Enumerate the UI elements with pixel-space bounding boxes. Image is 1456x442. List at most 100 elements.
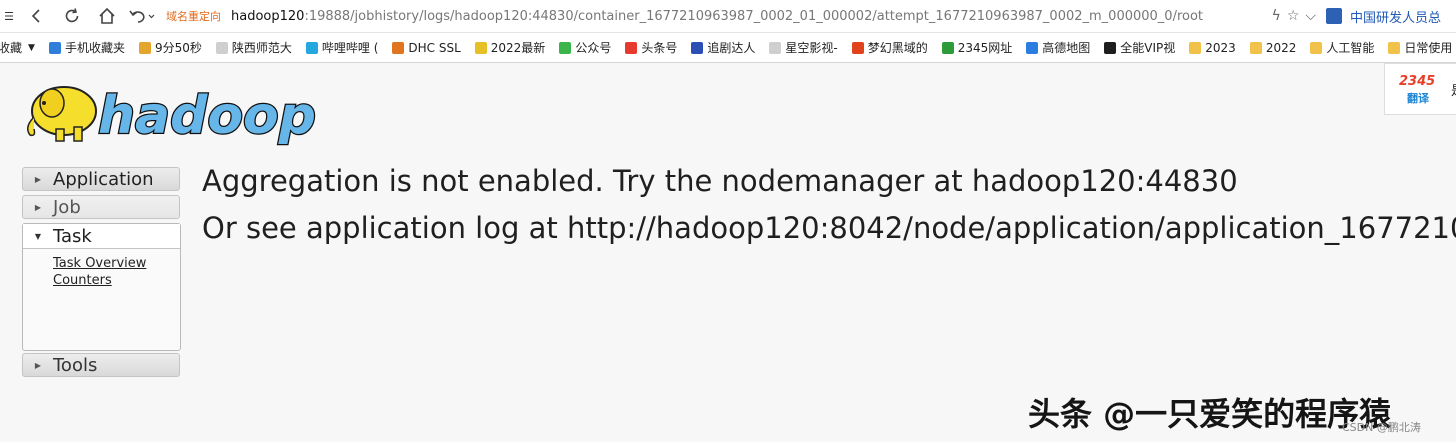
bookmark-label: 2022 bbox=[1265, 40, 1297, 55]
bookmark-item[interactable]: 2023 bbox=[1189, 41, 1236, 55]
translate-brand: 2345 bbox=[1399, 74, 1436, 89]
bookmark-label: 哔哩哔哩 ( bbox=[321, 41, 379, 55]
undo-icon bbox=[129, 10, 155, 23]
refresh-icon bbox=[65, 8, 79, 23]
elephant-icon bbox=[27, 86, 97, 142]
nav-task-label: Task bbox=[53, 225, 92, 247]
bookmark-item[interactable]: 2022最新 bbox=[474, 39, 546, 56]
sidebar-toggle-icon[interactable]: ☰ bbox=[0, 2, 18, 30]
nav-task[interactable]: ▼ Task bbox=[23, 224, 180, 249]
bookmark-item[interactable]: 日常使用 bbox=[1388, 39, 1452, 56]
bookmark-item[interactable]: DHC SSL bbox=[392, 40, 461, 55]
bookmark-icon bbox=[851, 41, 864, 54]
bookmark-item[interactable]: 人工智能 bbox=[1310, 39, 1374, 56]
bookmark-label: 9分50秒 bbox=[154, 41, 202, 55]
bookmark-icon bbox=[769, 41, 782, 54]
bookmark-label: 高德地图 bbox=[1042, 41, 1091, 55]
back-button[interactable] bbox=[18, 2, 54, 30]
right-link-label: 中国研发人员总 bbox=[1350, 10, 1442, 26]
bookmark-item[interactable]: 手机收藏夹 bbox=[48, 39, 125, 56]
logo-text: hadoop bbox=[98, 86, 316, 146]
bookmark-item[interactable]: 高德地图 bbox=[1026, 39, 1090, 56]
browser-toolbar: ☰ 域名重定向 hadoop120 :19888/jobhistory/logs… bbox=[0, 0, 1456, 33]
triangle-down-icon: ▼ bbox=[34, 231, 42, 241]
home-icon bbox=[99, 7, 115, 24]
bookmark-item[interactable]: 2345网址 bbox=[941, 39, 1013, 56]
bookmark-item[interactable]: 公众号 bbox=[559, 39, 611, 56]
refresh-button[interactable] bbox=[54, 2, 90, 30]
bookmark-icon bbox=[691, 41, 704, 54]
bookmark-icon bbox=[1026, 41, 1039, 54]
nav-tools[interactable]: ▶ Tools bbox=[22, 353, 180, 377]
bookmark-icon bbox=[559, 41, 572, 54]
translate-widget[interactable]: 2345 翻译 是 bbox=[1384, 63, 1456, 115]
nav-tools-label: Tools bbox=[53, 354, 98, 376]
bookmark-label: DHC SSL bbox=[408, 40, 461, 55]
paw-icon bbox=[1326, 8, 1342, 24]
bookmark-item[interactable]: 梦幻黑域的 bbox=[851, 39, 928, 56]
caret-down-icon: ▼ bbox=[28, 42, 35, 53]
bookmark-icon bbox=[1104, 41, 1117, 54]
bookmark-label: 头条号 bbox=[641, 41, 678, 55]
bookmark-label: 2022最新 bbox=[490, 41, 546, 55]
url-host: hadoop120 bbox=[231, 8, 305, 24]
bookmarks-bar: 收藏 ▼ 手机收藏夹 9分50秒 陕西师范大 哔哩哔哩 ( DHC SSL 2022最新 公众号… bbox=[0, 33, 1456, 63]
bookmark-icon bbox=[48, 41, 61, 54]
nav-job-label: Job bbox=[53, 196, 81, 218]
bookmark-item[interactable]: 追剧达人 bbox=[691, 39, 755, 56]
bookmark-icon bbox=[392, 41, 405, 54]
bookmark-icon bbox=[625, 41, 638, 54]
bookmark-label: 收藏 bbox=[0, 41, 23, 55]
bookmark-item[interactable]: 哔哩哔哩 ( bbox=[305, 39, 379, 56]
bookmark-label: 全能VIP视 bbox=[1120, 41, 1176, 55]
bookmark-label: 日常使用 bbox=[1404, 41, 1453, 55]
message-line-2: Or see application log at http://hadoop1… bbox=[202, 211, 1456, 245]
bookmark-icon bbox=[474, 41, 487, 54]
bookmark-label: 公众号 bbox=[575, 41, 612, 55]
hadoop-logo[interactable]: hadoop bbox=[22, 73, 322, 149]
bookmark-item[interactable]: 陕西师范大 bbox=[215, 39, 292, 56]
address-tools: ϟ ☆ ⌵ bbox=[1272, 8, 1316, 24]
bookmark-item[interactable]: 9分50秒 bbox=[138, 39, 202, 56]
star-icon[interactable]: ☆ bbox=[1287, 8, 1300, 24]
address-bar[interactable]: 域名重定向 hadoop120 :19888/jobhistory/logs/h… bbox=[166, 2, 1266, 30]
triangle-right-icon: ▶ bbox=[34, 202, 42, 212]
bookmark-item[interactable]: 星空影视- bbox=[769, 39, 838, 56]
nav-job[interactable]: ▶ Job bbox=[22, 195, 180, 219]
bookmark-item[interactable]: 头条号 bbox=[625, 39, 677, 56]
home-button[interactable] bbox=[90, 2, 124, 30]
bookmark-icon bbox=[138, 41, 151, 54]
bookmark-link-right[interactable]: 中国研发人员总 bbox=[1326, 7, 1456, 26]
bookmark-label: 追剧达人 bbox=[707, 41, 756, 55]
redirect-badge: 域名重定向 bbox=[166, 10, 221, 23]
message-line-1: Aggregation is not enabled. Try the node… bbox=[202, 164, 1238, 198]
bookmark-label: 梦幻黑域的 bbox=[867, 41, 928, 55]
back-icon bbox=[31, 9, 40, 23]
translate-extra: 是 bbox=[1451, 80, 1456, 99]
bookmark-icon bbox=[1388, 41, 1401, 54]
chevron-down-icon[interactable]: ⌵ bbox=[1305, 8, 1316, 24]
bookmark-icon bbox=[941, 41, 954, 54]
task-overview-link[interactable]: Task Overview bbox=[53, 255, 180, 272]
lightning-icon[interactable]: ϟ bbox=[1272, 8, 1281, 24]
undo-button[interactable] bbox=[124, 2, 160, 30]
nav-application-label: Application bbox=[53, 168, 154, 190]
triangle-right-icon: ▶ bbox=[34, 360, 42, 370]
bookmark-icon bbox=[1189, 41, 1202, 54]
bookmark-label: 星空影视- bbox=[785, 41, 838, 55]
counters-link[interactable]: Counters bbox=[53, 272, 180, 289]
bookmark-label: 陕西师范大 bbox=[231, 41, 292, 55]
watermark: 头条 @一只爱笑的程序猿 bbox=[1028, 395, 1392, 433]
bookmark-item[interactable]: 全能VIP视 bbox=[1104, 39, 1175, 56]
translate-label: 翻译 bbox=[1407, 92, 1429, 105]
nav-task-panel: ▼ Task Task Overview Counters bbox=[22, 223, 181, 351]
bookmark-item[interactable]: 收藏 ▼ bbox=[0, 39, 35, 56]
bookmark-icon bbox=[305, 41, 318, 54]
watermark-small: CSDN @鹏北涛 bbox=[1342, 421, 1421, 434]
bookmark-label: 2345网址 bbox=[957, 41, 1013, 55]
bookmark-label: 手机收藏夹 bbox=[64, 41, 125, 55]
nav-application[interactable]: ▶ Application bbox=[22, 167, 180, 191]
bookmark-label: 人工智能 bbox=[1326, 41, 1375, 55]
bookmark-label: 2023 bbox=[1205, 40, 1236, 55]
bookmark-item[interactable]: 2022 bbox=[1249, 40, 1297, 55]
